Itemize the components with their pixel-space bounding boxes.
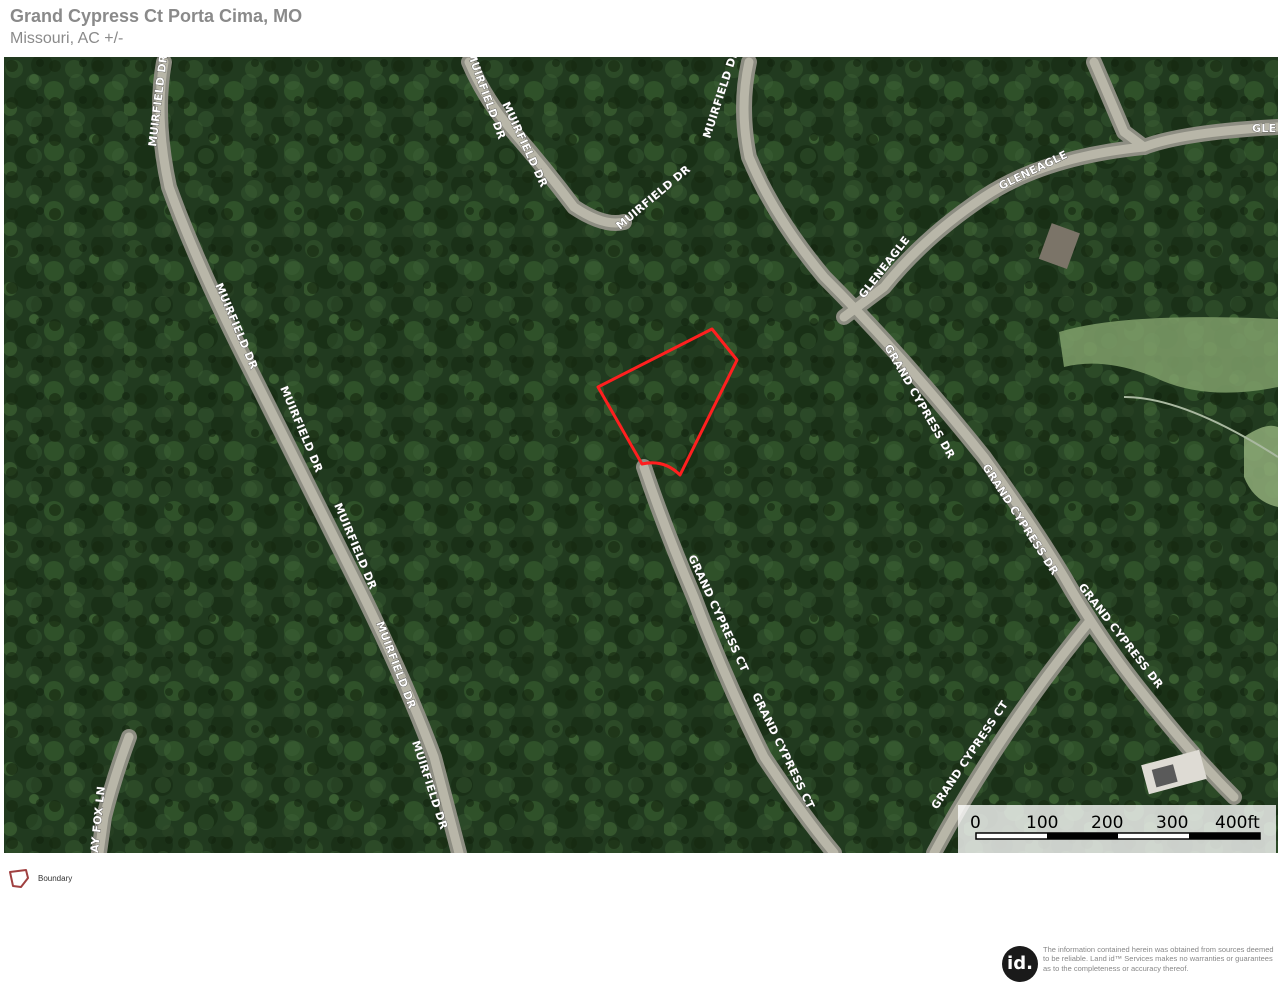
aerial-map[interactable]: MUIRFIELD DR MUIRFIELD DR MUIRFIELD DR M… [4,57,1278,853]
road-label-gleneagle: GLE [1252,122,1276,135]
boundary-polygon-icon [9,869,29,888]
map-title: Grand Cypress Ct Porta Cima, MO [10,6,303,26]
legend-boundary-label: Boundary [38,874,73,883]
disclaimer-text: The information contained herein was obt… [1043,945,1274,973]
map-subtitle: Missouri, AC +/- [10,30,124,47]
landid-logo: id. [1002,946,1038,982]
aerial-map-canvas: MUIRFIELD DR MUIRFIELD DR MUIRFIELD DR M… [4,57,1278,853]
scale-bar: 0 100 200 300 400ft [958,805,1276,853]
scale-ruler [975,832,1261,840]
map-legend: Boundary [8,868,72,895]
footer: id. The information contained herein was… [1000,944,1280,988]
